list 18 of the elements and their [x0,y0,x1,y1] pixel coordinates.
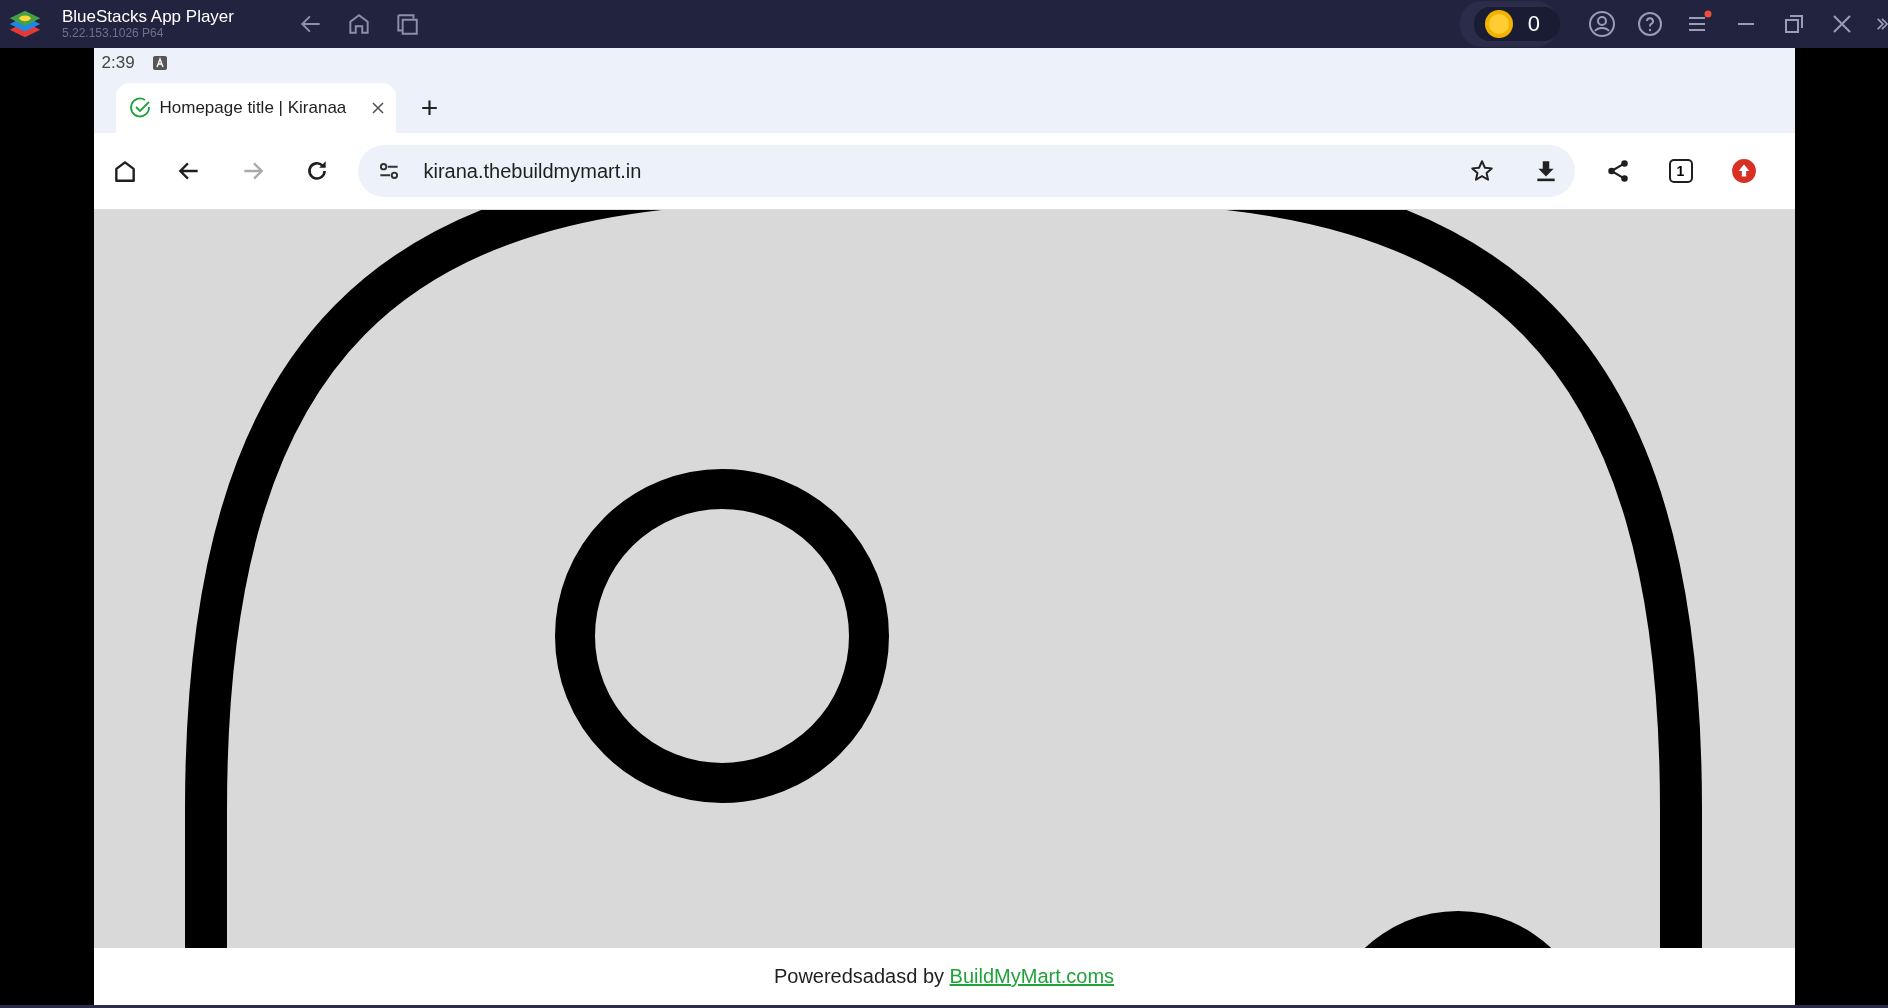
window-title: BlueStacks App Player [62,8,235,27]
recent-apps-icon[interactable] [394,11,420,37]
account-icon[interactable] [1588,10,1616,38]
star-icon[interactable] [1468,158,1495,184]
check-icon [127,96,152,120]
footer-text: Poweredsadasd by BuildMyMart.coms [773,965,1115,988]
coin-icon [1483,9,1514,39]
status-time: 2:39 [101,53,135,73]
update-icon[interactable] [1730,158,1757,184]
help-icon[interactable] [1636,10,1664,38]
browser-tab[interactable]: Homepage title | Kiranaa [115,83,396,133]
tab-count-button[interactable]: 1 [1668,159,1693,183]
new-tab-button[interactable]: + [409,83,450,133]
close-tab-icon[interactable] [369,100,386,116]
address-bar[interactable]: kirana.thebuildmymart.in [357,145,1575,197]
keyboard-indicator-icon [152,56,167,70]
version-label: 5.22.153.1026 P64 [62,26,165,40]
tab-title: Homepage title | Kiranaa [159,98,348,118]
